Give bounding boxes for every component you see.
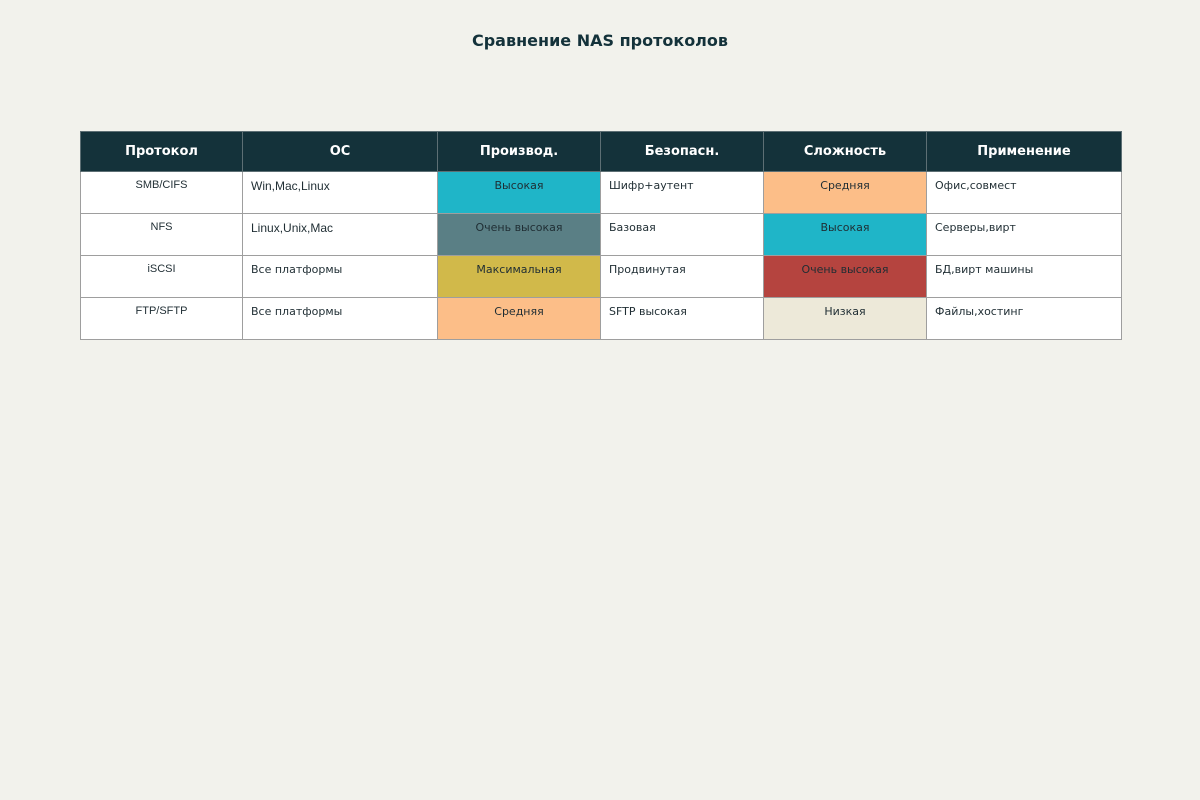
cell-security: Продвинутая [600, 255, 764, 298]
header-row: Протокол ОС Производ. Безопасн. Сложност… [80, 131, 1122, 172]
page-title: Сравнение NAS протоколов [471, 31, 729, 50]
cell-performance: Очень высокая [437, 213, 601, 256]
cell-performance: Высокая [437, 171, 601, 214]
column-header-complexity: Сложность [763, 131, 927, 172]
table-row: NFS Linux,Unix,Mac Очень высокая Базовая… [80, 213, 1122, 256]
cell-complexity: Низкая [763, 297, 927, 340]
cell-complexity: Высокая [763, 213, 927, 256]
cell-complexity: Средняя [763, 171, 927, 214]
cell-protocol: SMB/CIFS [80, 171, 243, 214]
cell-protocol: iSCSI [80, 255, 243, 298]
cell-os: Все платформы [242, 255, 438, 298]
cell-usage: Серверы,вирт [926, 213, 1122, 256]
cell-os: Win,Mac,Linux [242, 171, 438, 214]
cell-complexity: Очень высокая [763, 255, 927, 298]
cell-security: SFTP высокая [600, 297, 764, 340]
cell-usage: Файлы,хостинг [926, 297, 1122, 340]
cell-performance: Максимальная [437, 255, 601, 298]
table-header: Протокол ОС Производ. Безопасн. Сложност… [80, 131, 1122, 172]
cell-usage: БД,вирт машины [926, 255, 1122, 298]
cell-os: Все платформы [242, 297, 438, 340]
cell-security: Шифр+аутент [600, 171, 764, 214]
column-header-security: Безопасн. [600, 131, 764, 172]
table-row: iSCSI Все платформы Максимальная Продвин… [80, 255, 1122, 298]
column-header-os: ОС [242, 131, 438, 172]
cell-usage: Офис,совмест [926, 171, 1122, 214]
table-body: SMB/CIFS Win,Mac,Linux Высокая Шифр+ауте… [80, 171, 1122, 340]
cell-security: Базовая [600, 213, 764, 256]
cell-protocol: NFS [80, 213, 243, 256]
table-row: SMB/CIFS Win,Mac,Linux Высокая Шифр+ауте… [80, 171, 1122, 214]
cell-os: Linux,Unix,Mac [242, 213, 438, 256]
cell-performance: Средняя [437, 297, 601, 340]
column-header-performance: Производ. [437, 131, 601, 172]
cell-protocol: FTP/SFTP [80, 297, 243, 340]
column-header-protocol: Протокол [80, 131, 243, 172]
protocol-comparison-table: Протокол ОС Производ. Безопасн. Сложност… [80, 131, 1122, 340]
table-row: FTP/SFTP Все платформы Средняя SFTP высо… [80, 297, 1122, 340]
column-header-usage: Применение [926, 131, 1122, 172]
